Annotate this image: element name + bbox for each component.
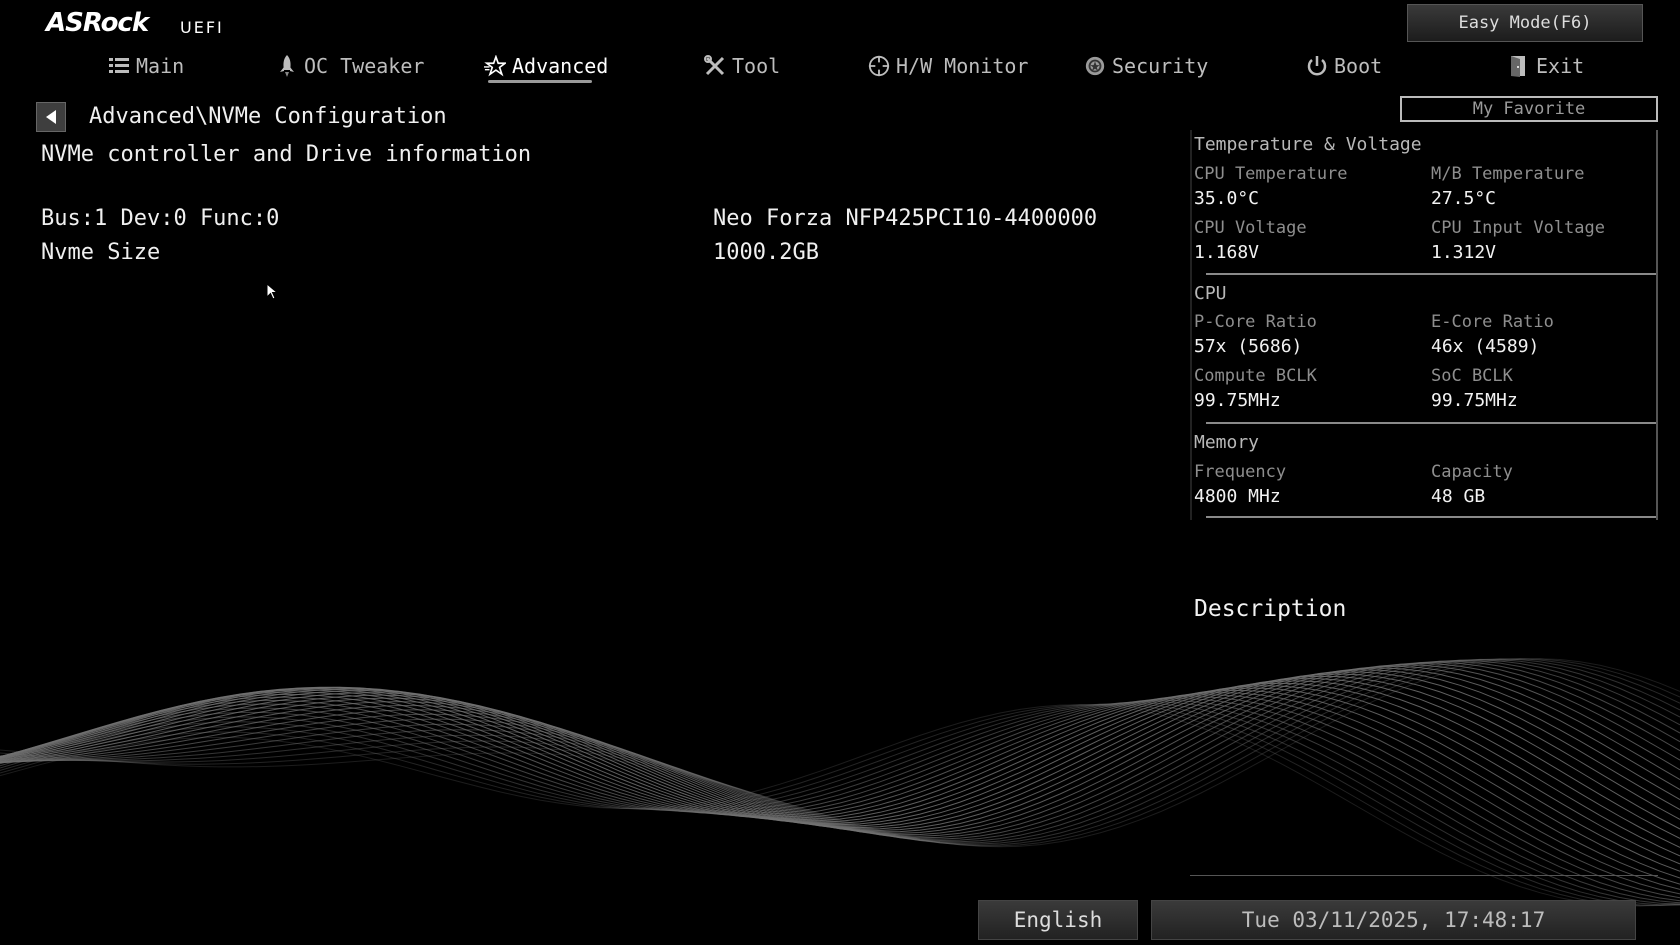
tab-boot[interactable]: Boot [1306,50,1382,82]
tab-oc-tweaker[interactable]: OC Tweaker [276,50,424,82]
nvme-model-value: Neo Forza NFP425PCI10-4400000 [713,206,1098,231]
cpu-voltage-label: CPU Voltage [1194,218,1307,238]
nvme-size-label[interactable]: Nvme Size [41,240,160,265]
wave-line [0,664,1680,836]
description-title: Description [1194,596,1347,622]
wave-line [0,692,1680,885]
tab-exit-label: Exit [1536,54,1585,78]
tab-main-label: Main [136,54,185,78]
divider [1206,516,1658,518]
cpu-section-title: CPU [1194,283,1227,304]
soc-bclk-label: SoC BCLK [1431,366,1513,386]
divider [1206,422,1658,424]
tab-advanced[interactable]: Advanced [484,50,608,82]
tab-tool-label: Tool [732,54,781,78]
divider [1190,875,1658,876]
ecore-ratio-value: 46x (4589) [1431,336,1540,357]
page-subtitle: NVMe controller and Drive information [41,142,532,167]
tab-boot-label: Boot [1334,54,1383,78]
tab-hw-monitor[interactable]: H/W Monitor [868,50,1028,82]
tab-advanced-label: Advanced [512,54,609,78]
tab-oc-tweaker-label: OC Tweaker [304,54,425,78]
background-wave-decoration [0,658,1680,907]
divider [1206,273,1658,275]
panel-border [1656,130,1658,520]
crosshair-icon [868,55,890,77]
uefi-label: UEFI [180,18,224,37]
power-icon [1306,55,1328,77]
temp-voltage-title: Temperature & Voltage [1194,134,1422,155]
mouse-cursor-icon [266,283,278,300]
datetime-display: Tue 03/11/2025, 17:48:17 [1151,900,1636,940]
tools-icon [704,55,726,77]
wave-line [0,665,1680,834]
memory-frequency-value: 4800 MHz [1194,486,1281,507]
memory-section-title: Memory [1194,432,1260,453]
wave-line [0,658,1680,844]
pcore-ratio-label: P-Core Ratio [1194,312,1317,332]
memory-capacity-label: Capacity [1431,462,1513,482]
ecore-ratio-label: E-Core Ratio [1431,312,1554,332]
star-icon [484,55,506,77]
cpu-voltage-value: 1.168V [1194,242,1260,263]
tab-exit[interactable]: Exit [1508,50,1584,82]
cpu-input-voltage-label: CPU Input Voltage [1431,218,1605,238]
compute-bclk-value: 99.75MHz [1194,390,1281,411]
mb-temp-value: 27.5°C [1431,188,1497,209]
nvme-size-value: 1000.2GB [713,240,819,265]
memory-capacity-value: 48 GB [1431,486,1486,507]
list-icon [108,55,130,77]
shield-icon [1084,55,1106,77]
memory-frequency-label: Frequency [1194,462,1287,482]
easy-mode-button[interactable]: Easy Mode(F6) [1407,4,1643,42]
cpu-temp-value: 35.0°C [1194,188,1260,209]
pcore-ratio-value: 57x (5686) [1194,336,1303,357]
panel-border [1190,130,1192,520]
breadcrumb: Advanced\NVMe Configuration [89,104,447,129]
wave-line [0,694,1680,890]
tab-tool[interactable]: Tool [704,50,780,82]
back-arrow-icon [46,110,56,124]
cpu-input-voltage-value: 1.312V [1431,242,1497,263]
tab-security[interactable]: Security [1084,50,1208,82]
active-tab-indicator [488,80,592,83]
wave-line [0,658,1680,846]
wave-line [0,699,1680,902]
cpu-temp-label: CPU Temperature [1194,164,1348,184]
asrock-logo: ASRock [46,8,149,38]
soc-bclk-value: 99.75MHz [1431,390,1518,411]
tab-hw-monitor-label: H/W Monitor [896,54,1029,78]
wave-line [0,658,1680,847]
mb-temp-label: M/B Temperature [1431,164,1585,184]
nvme-bus-label[interactable]: Bus:1 Dev:0 Func:0 [41,206,279,231]
tab-main[interactable]: Main [108,50,184,82]
rocket-icon [276,55,298,77]
wave-line [0,701,1680,904]
tab-security-label: Security [1112,54,1209,78]
exit-door-icon [1508,55,1530,77]
back-button[interactable] [36,102,66,132]
compute-bclk-label: Compute BCLK [1194,366,1317,386]
language-button[interactable]: English [978,900,1138,940]
my-favorite-button[interactable]: My Favorite [1400,96,1658,122]
